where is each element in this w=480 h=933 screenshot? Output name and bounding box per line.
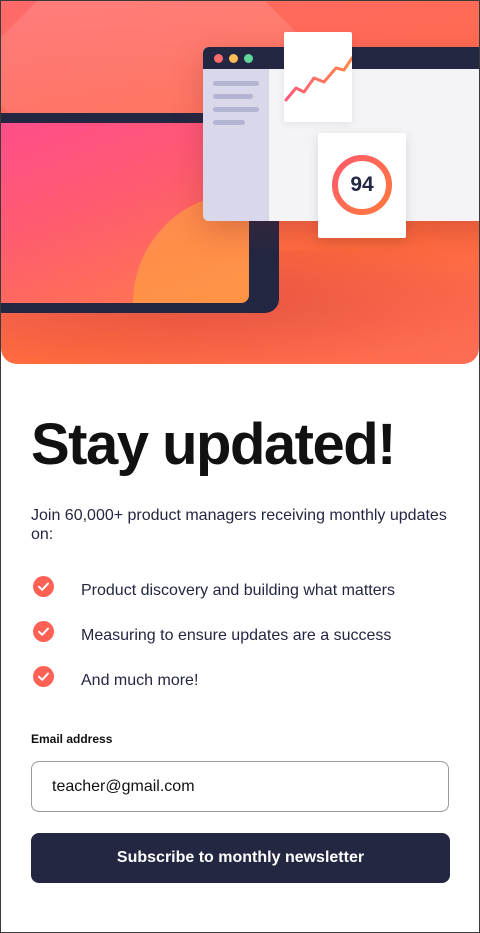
newsletter-signup-page: 94 Stay updated! Join 60,000+ product ma… bbox=[0, 0, 480, 933]
sidebar-line bbox=[213, 94, 253, 99]
page-title: Stay updated! bbox=[31, 412, 397, 477]
sidebar-line bbox=[213, 120, 245, 125]
email-field[interactable] bbox=[31, 761, 449, 812]
feature-label: Measuring to ensure updates are a succes… bbox=[81, 627, 392, 644]
sidebar-line bbox=[213, 81, 259, 86]
feature-label: Product discovery and building what matt… bbox=[81, 582, 395, 599]
chart-card bbox=[284, 32, 354, 122]
feature-label: And much more! bbox=[81, 672, 199, 689]
hero-illustration: 94 bbox=[1, 1, 479, 364]
list-item: Measuring to ensure updates are a succes… bbox=[31, 620, 471, 665]
check-circle-icon bbox=[33, 666, 54, 687]
sidebar-line bbox=[213, 107, 259, 112]
list-item: Product discovery and building what matt… bbox=[31, 575, 471, 620]
check-circle-icon bbox=[33, 621, 54, 642]
score-value: 94 bbox=[350, 173, 374, 196]
list-item: And much more! bbox=[31, 665, 471, 710]
red-dot-icon bbox=[214, 54, 223, 63]
trend-line-icon bbox=[284, 56, 354, 102]
browser-sidebar bbox=[203, 69, 269, 221]
green-dot-icon bbox=[244, 54, 253, 63]
intro-text: Join 60,000+ product managers receiving … bbox=[31, 507, 447, 543]
subscribe-button[interactable]: Subscribe to monthly newsletter bbox=[31, 833, 450, 883]
feature-list: Product discovery and building what matt… bbox=[31, 575, 471, 710]
score-card: 94 bbox=[318, 133, 406, 238]
yellow-dot-icon bbox=[229, 54, 238, 63]
check-circle-icon bbox=[33, 576, 54, 597]
email-label: Email address bbox=[31, 732, 113, 746]
